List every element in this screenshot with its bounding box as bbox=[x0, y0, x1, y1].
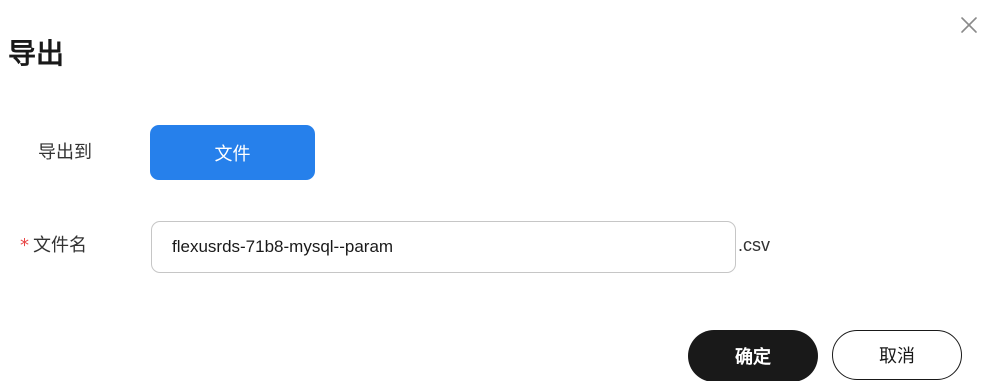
required-mark: * bbox=[20, 235, 29, 256]
cancel-button[interactable]: 取消 bbox=[832, 330, 962, 380]
filename-label-text: 文件名 bbox=[33, 235, 87, 256]
export-to-label: 导出到 bbox=[38, 142, 92, 163]
export-dialog: 导出 导出到 文件 *文件名 .csv 确定 取消 bbox=[0, 0, 984, 381]
ok-button[interactable]: 确定 bbox=[688, 330, 818, 381]
dialog-title: 导出 bbox=[8, 37, 65, 70]
close-icon bbox=[961, 17, 977, 33]
file-extension-suffix: .csv bbox=[738, 235, 771, 255]
filename-input[interactable] bbox=[151, 221, 736, 273]
filename-label: * 文件名 bbox=[20, 233, 87, 259]
file-button[interactable]: 文件 bbox=[150, 125, 315, 180]
close-button[interactable] bbox=[957, 13, 981, 37]
